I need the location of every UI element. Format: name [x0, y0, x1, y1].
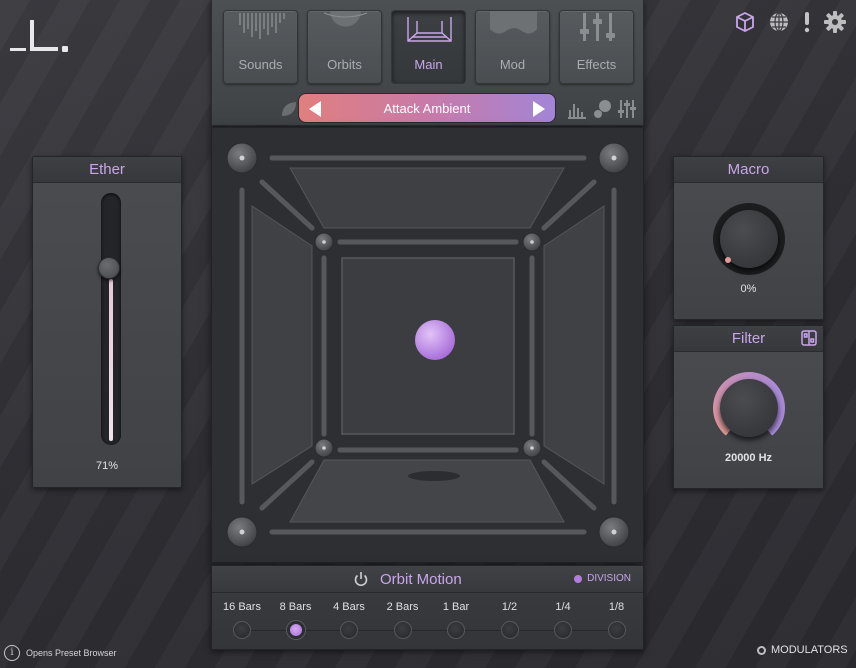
- filter-panel: Filter 20000 Hz: [673, 325, 824, 489]
- division-option-label: 1/4: [555, 601, 571, 613]
- globe-icon[interactable]: [767, 10, 791, 34]
- orbit-motion-panel: Orbit Motion DIVISION 16 Bars 8 Bars 4 Bar…: [211, 565, 644, 650]
- exclamation-icon[interactable]: [797, 10, 817, 34]
- tab-label: Sounds: [238, 57, 283, 72]
- tab-main[interactable]: Main: [391, 10, 466, 84]
- bubbles-icon[interactable]: [592, 98, 614, 120]
- division-option-label: 16 Bars: [223, 601, 261, 613]
- tab-label: Main: [414, 57, 443, 72]
- division-toggle[interactable]: DIVISION: [574, 573, 631, 584]
- division-option-6[interactable]: [554, 621, 572, 639]
- status-text: Opens Preset Browser: [26, 648, 117, 658]
- division-option-1[interactable]: [286, 621, 305, 639]
- equalizer-bars-icon[interactable]: [566, 98, 588, 120]
- filter-type-icon[interactable]: [801, 330, 817, 346]
- macro-title: Macro: [674, 157, 823, 183]
- tab-label: Effects: [576, 57, 617, 72]
- macro-knob[interactable]: [713, 203, 785, 275]
- room-graphic: [226, 142, 630, 548]
- modulators-radio-icon: [757, 645, 766, 655]
- division-option-2[interactable]: [340, 621, 358, 639]
- tab-effects[interactable]: Effects: [559, 10, 634, 84]
- orbits-planet-icon: [320, 11, 369, 45]
- division-option-4[interactable]: [447, 621, 465, 639]
- division-indicator-icon: [574, 574, 583, 583]
- division-option-7[interactable]: [607, 621, 626, 639]
- modulators-button[interactable]: MODULATORS: [757, 644, 848, 656]
- orbit-motion-title: Orbit Motion: [380, 571, 462, 588]
- modulators-label: MODULATORS: [771, 644, 848, 656]
- division-option-3[interactable]: [393, 621, 412, 639]
- effects-sliders-icon: [572, 11, 621, 45]
- previous-preset-arrow-icon[interactable]: [309, 101, 321, 117]
- division-option-0[interactable]: [233, 621, 251, 639]
- app-logo: [10, 8, 70, 54]
- division-option-label: 2 Bars: [386, 601, 419, 613]
- main-room-icon: [404, 11, 453, 45]
- mod-wave-icon: [488, 11, 537, 45]
- ether-slider-handle[interactable]: [98, 256, 120, 279]
- division-option-label: 1/8: [608, 601, 625, 613]
- division-option-label: 1/2: [501, 601, 518, 613]
- tab-sounds[interactable]: Sounds: [223, 10, 298, 84]
- division-option-label: 1 Bar: [442, 601, 470, 613]
- leaf-icon[interactable]: [278, 98, 300, 120]
- preset-selector[interactable]: Attack Ambient: [298, 93, 556, 123]
- tab-label: Mod: [499, 57, 526, 72]
- ether-slider-fill: [109, 278, 113, 441]
- tab-mod[interactable]: Mod: [475, 10, 550, 84]
- preset-name: Attack Ambient: [383, 100, 471, 116]
- macro-panel: Macro 0%: [673, 156, 824, 320]
- filter-knob[interactable]: [713, 372, 785, 444]
- cube-icon[interactable]: [733, 10, 757, 34]
- next-preset-arrow-icon[interactable]: [533, 101, 545, 117]
- filter-value: 20000 Hz: [724, 452, 773, 464]
- macro-knob-indicator: [725, 257, 731, 263]
- division-option-5[interactable]: [500, 621, 519, 639]
- tab-label: Orbits: [327, 57, 362, 72]
- gear-icon[interactable]: [823, 10, 847, 34]
- division-option-label: 8 Bars: [279, 601, 312, 613]
- macro-value: 0%: [740, 283, 757, 295]
- division-option-label: 4 Bars: [333, 601, 365, 613]
- orbit-position-orb[interactable]: [415, 320, 455, 360]
- orbit-space[interactable]: [211, 127, 644, 563]
- mixer-icon[interactable]: [616, 98, 638, 120]
- tab-orbits[interactable]: Orbits: [307, 10, 382, 84]
- power-icon[interactable]: [353, 571, 369, 587]
- info-icon[interactable]: i: [4, 645, 20, 661]
- sounds-waveform-icon: [236, 11, 285, 45]
- ether-value: 71%: [95, 460, 119, 472]
- division-label: DIVISION: [587, 573, 631, 584]
- ether-panel: Ether 71%: [32, 156, 182, 488]
- ether-title: Ether: [33, 157, 181, 183]
